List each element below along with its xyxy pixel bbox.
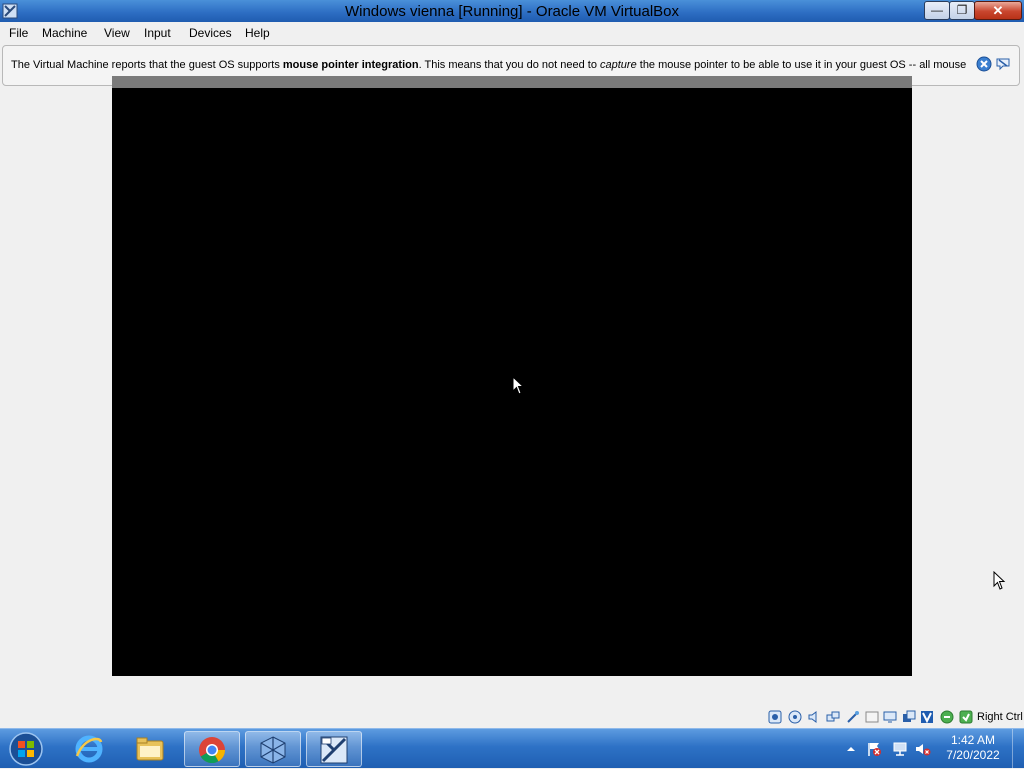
taskbar-chrome[interactable] (184, 731, 240, 767)
notification-message: The Virtual Machine reports that the gue… (11, 59, 966, 71)
action-center-flag-icon[interactable] (866, 741, 882, 757)
optical-drive-icon[interactable] (788, 710, 802, 724)
notification-text-italic: capture (600, 59, 637, 71)
notification-text-1: The Virtual Machine reports that the gue… (11, 59, 283, 71)
menu-view[interactable]: View (104, 26, 130, 40)
minimize-button[interactable]: — (924, 1, 950, 20)
notification-text-2: . This means that you do not need to (418, 59, 600, 71)
menu-file[interactable]: File (9, 26, 28, 40)
show-desktop-button[interactable] (1012, 729, 1024, 769)
host-mouse-cursor-icon (993, 571, 1006, 590)
taskbar-internet-explorer[interactable] (62, 731, 118, 767)
start-button-icon[interactable] (6, 731, 46, 767)
menu-bar: File Machine View Input Devices Help (0, 22, 1024, 44)
network-tray-icon[interactable] (892, 741, 908, 757)
hard-disk-icon[interactable] (768, 710, 782, 724)
clock-time: 1:42 AM (950, 733, 996, 747)
internet-explorer-icon (75, 735, 103, 763)
virtualization-icon[interactable] (920, 710, 934, 724)
menu-input[interactable]: Input (144, 26, 171, 40)
title-bar[interactable]: Windows vienna [Running] - Oracle VM Vir… (0, 0, 1024, 22)
host-key-label: Right Ctrl (977, 711, 1023, 723)
audio-icon[interactable] (807, 710, 821, 724)
folder-icon (136, 737, 164, 761)
restore-icon: ❐ (956, 3, 968, 17)
close-button[interactable]: ✕ (974, 1, 1022, 20)
virtualbox-manager-icon (260, 736, 286, 764)
do-not-show-again-icon[interactable] (995, 56, 1011, 72)
mouse-integration-icon[interactable] (940, 710, 954, 724)
volume-muted-icon[interactable] (915, 741, 931, 757)
vm-display[interactable] (112, 76, 912, 676)
menu-help[interactable]: Help (245, 26, 270, 40)
keyboard-icon[interactable] (959, 710, 973, 724)
video-capture-icon[interactable] (902, 710, 916, 724)
usb-icon[interactable] (846, 710, 860, 724)
vm-status-bar: Right Ctrl (0, 706, 1024, 728)
system-clock[interactable]: 1:42 AM 7/20/2022 (940, 733, 1006, 763)
show-hidden-icons-icon[interactable] (843, 741, 859, 757)
taskbar-file-explorer[interactable] (123, 731, 179, 767)
guest-mouse-cursor-icon (512, 376, 525, 395)
taskbar-virtualbox-vm[interactable] (306, 731, 362, 767)
taskbar: 1:42 AM 7/20/2022 (0, 728, 1024, 769)
virtualbox-vm-icon (320, 736, 348, 764)
vm-display-top-band (112, 76, 912, 88)
notification-text-bold: mouse pointer integration (282, 59, 419, 71)
network-icon[interactable] (826, 710, 840, 724)
close-icon: ✕ (992, 3, 1004, 18)
maximize-button[interactable]: ❐ (949, 1, 975, 20)
taskbar-virtualbox-manager[interactable] (245, 731, 301, 767)
close-notification-icon[interactable] (976, 56, 992, 72)
minimize-icon: — (931, 3, 943, 17)
clock-date: 7/20/2022 (946, 748, 1000, 762)
chrome-icon (199, 737, 226, 764)
menu-machine[interactable]: Machine (42, 26, 87, 40)
display-icon[interactable] (883, 710, 897, 724)
shared-folders-icon[interactable] (865, 710, 879, 724)
window-title: Windows vienna [Running] - Oracle VM Vir… (344, 3, 680, 20)
menu-devices[interactable]: Devices (189, 26, 232, 40)
notification-text-3: the mouse pointer to be able to use it i… (636, 59, 967, 71)
